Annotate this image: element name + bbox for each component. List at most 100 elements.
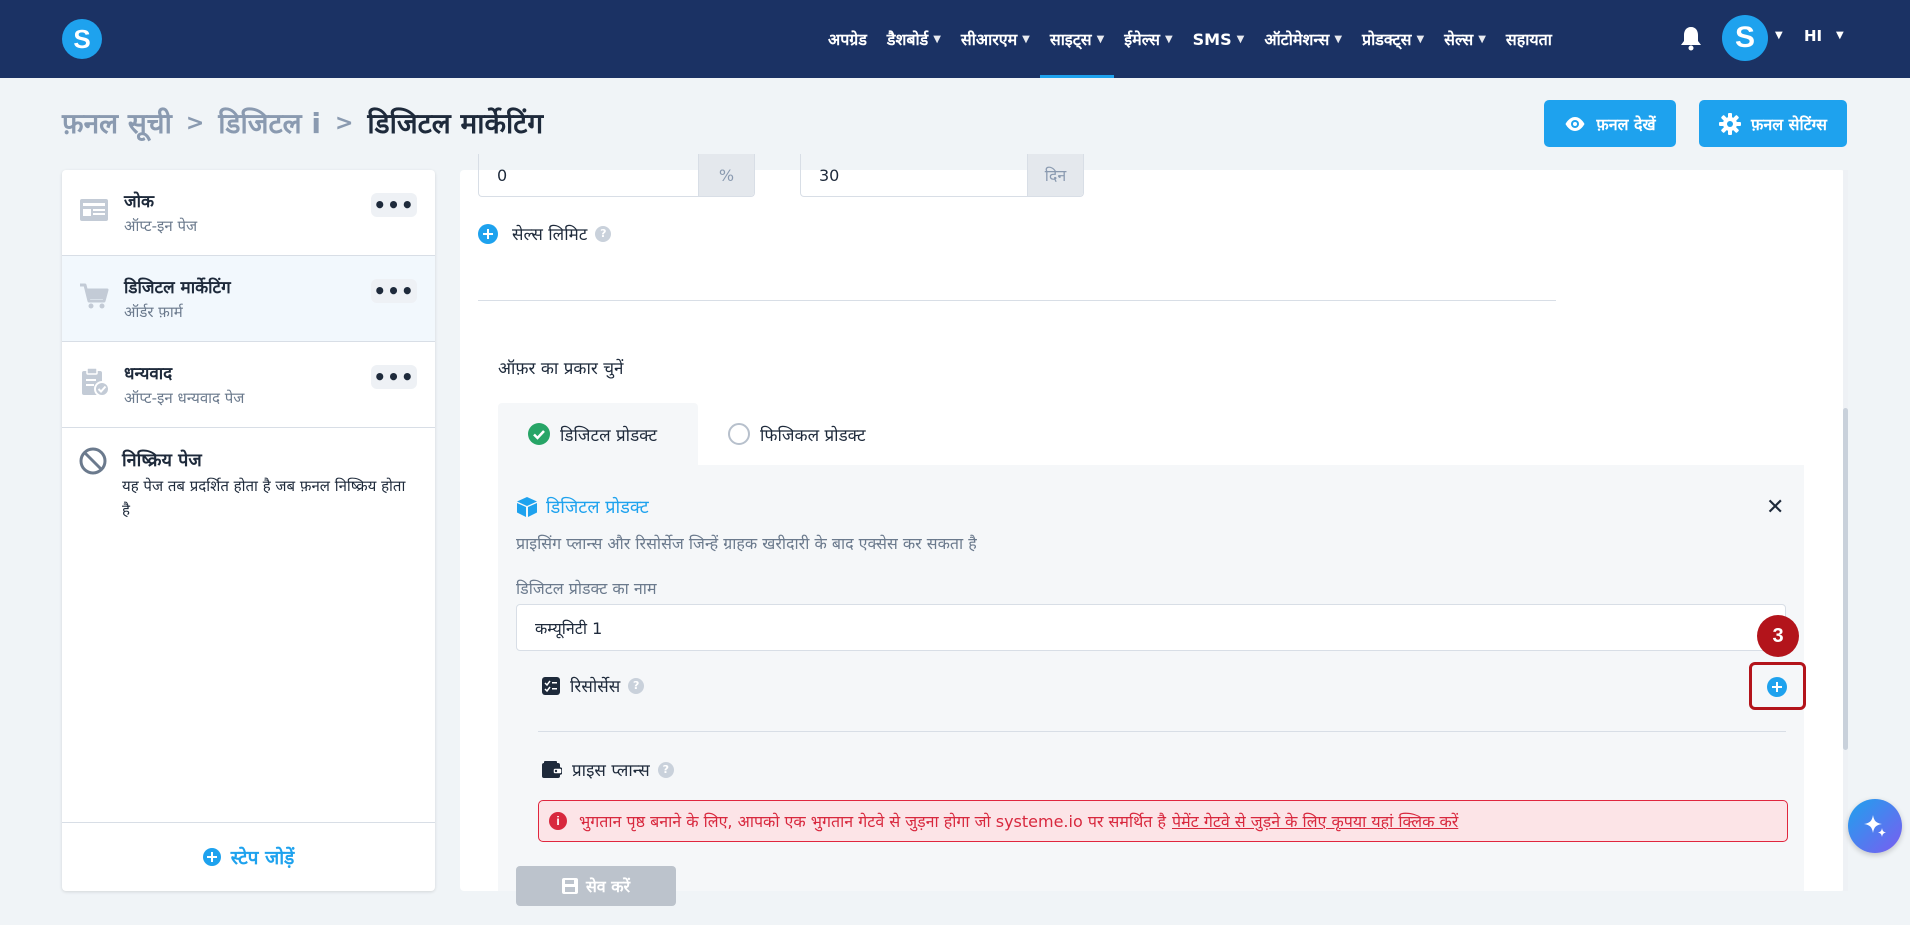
help-icon[interactable]: ?: [628, 677, 645, 694]
nav-label: डैशबोर्ड: [886, 30, 929, 49]
funnel-settings-button[interactable]: फ़नल सेटिंग्स: [1699, 100, 1847, 147]
funnel-step-joke[interactable]: जोक ऑप्ट-इन पेज •••: [62, 170, 435, 256]
divider: [538, 731, 1786, 732]
nav-label: सहायता: [1505, 30, 1552, 49]
funnel-settings-label: फ़नल सेटिंग्स: [1751, 114, 1827, 134]
nav-sales[interactable]: सेल्स ▼: [1434, 0, 1496, 78]
resources-section: रिसोर्सेस ?: [542, 674, 645, 697]
days-addon: दिन: [1027, 154, 1083, 196]
bell-icon[interactable]: [1680, 25, 1702, 51]
cart-icon: [80, 283, 109, 309]
nav-sms[interactable]: SMS ▼: [1183, 0, 1255, 78]
nav-crm[interactable]: सीआरएम ▼: [951, 0, 1040, 78]
nav-upgrade[interactable]: अपग्रेड: [818, 0, 877, 78]
nav-sites[interactable]: साइट्स ▼: [1039, 0, 1115, 78]
chevron-down-icon: ▼: [1164, 33, 1173, 45]
radio-unchecked-icon: [728, 423, 750, 445]
percent-input-group: 0 %: [478, 154, 755, 197]
save-label: सेव करें: [585, 877, 631, 896]
payment-gateway-alert: i भुगतान पृष्ठ बनाने के लिए, आपको एक भुग…: [538, 800, 1788, 842]
systeme-logo[interactable]: S: [62, 19, 102, 59]
digital-product-description: प्राइसिंग प्लान्स और रिसोर्सेज जिन्हें ग…: [516, 534, 977, 553]
chevron-down-icon: ▼: [1334, 33, 1343, 45]
step-title: जोक: [124, 192, 155, 212]
alert-text: भुगतान पृष्ठ बनाने के लिए, आपको एक भुगता…: [579, 812, 1167, 831]
chevron-right-icon: >: [185, 110, 205, 136]
breadcrumb-funnel[interactable]: डिजिटल i: [218, 104, 321, 142]
save-icon: [561, 878, 578, 894]
top-navbar: S अपग्रेड डैशबोर्ड ▼ सीआरएम ▼ साइट्स ▼ ईमेल…: [0, 0, 1910, 78]
nav-automations[interactable]: ऑटोमेशन्स ▼: [1254, 0, 1352, 78]
days-input[interactable]: 30: [801, 154, 1027, 196]
connect-payment-gateway-link[interactable]: पेमेंट गेटवे से जुड़ने के लिए कृपया यहां…: [1172, 810, 1458, 832]
ban-icon: [79, 447, 107, 475]
nav-label: साइट्स: [1049, 30, 1092, 49]
help-icon[interactable]: ?: [595, 225, 612, 242]
gear-icon: [1719, 112, 1741, 135]
scrollbar-thumb[interactable]: [1843, 408, 1848, 750]
close-icon[interactable]: ✕: [1766, 495, 1784, 520]
step-subtitle: ऑप्ट-इन धन्यवाद पेज: [124, 389, 245, 407]
check-circle-icon: [528, 423, 550, 445]
percent-input[interactable]: 0: [479, 154, 698, 196]
chevron-down-icon: ▼: [1022, 33, 1030, 45]
days-input-group: 30 दिन: [800, 154, 1084, 197]
save-button[interactable]: सेव करें: [516, 866, 676, 906]
breadcrumb-funnel-list[interactable]: फ़नल सूची: [62, 104, 172, 142]
view-funnel-button[interactable]: फ़नल देखें: [1544, 100, 1676, 147]
chevron-down-icon: ▼: [933, 33, 941, 45]
chevron-right-icon: >: [334, 110, 354, 136]
digital-product-heading: डिजिटल प्रोडक्ट: [516, 495, 649, 519]
chevron-down-icon[interactable]: ▼: [1775, 30, 1783, 41]
add-step-label: स्टेप जोड़ें: [230, 847, 295, 869]
plus-circle-icon: [478, 223, 498, 244]
breadcrumb-current-step: डिजिटल मार्केटिंग: [367, 107, 544, 140]
funnel-steps-sidebar: जोक ऑप्ट-इन पेज ••• डिजिटल मार्केटिंग ऑर…: [62, 170, 435, 891]
user-avatar[interactable]: S: [1722, 15, 1768, 61]
sales-limit-toggle[interactable]: सेल्स लिमिट ?: [478, 222, 612, 245]
language-selector[interactable]: HI: [1804, 27, 1822, 45]
plus-circle-icon: [202, 848, 221, 866]
optin-page-icon: [80, 199, 108, 221]
tasks-icon: [542, 676, 560, 695]
step-title: धन्यवाद: [124, 364, 173, 384]
wallet-icon: [542, 761, 562, 778]
funnel-step-digital-marketing[interactable]: डिजिटल मार्केटिंग ऑर्डर फ़ार्म •••: [62, 256, 435, 342]
nav-label: ऑटोमेशन्स: [1264, 30, 1330, 49]
eye-icon: [1565, 116, 1585, 131]
inactive-page-title[interactable]: निष्क्रिय पेज: [122, 448, 202, 472]
digital-product-title: डिजिटल प्रोडक्ट: [546, 497, 649, 518]
funnel-step-thank-you[interactable]: धन्यवाद ऑप्ट-इन धन्यवाद पेज •••: [62, 342, 435, 428]
nav-label: SMS: [1192, 29, 1232, 49]
price-plans-label: प्राइस प्लान्स: [572, 761, 650, 781]
nav-label: अपग्रेड: [828, 30, 867, 49]
nav-dashboard[interactable]: डैशबोर्ड ▼: [877, 0, 951, 78]
step-annotation-badge: 3: [1757, 615, 1799, 657]
product-name-input[interactable]: कम्यूनिटी 1: [516, 604, 1786, 651]
help-icon[interactable]: ?: [657, 761, 674, 778]
clipboard-check-icon: [82, 367, 110, 397]
nav-emails[interactable]: ईमेल्स ▼: [1114, 0, 1182, 78]
chevron-down-icon: ▼: [1478, 33, 1486, 45]
view-funnel-label: फ़नल देखें: [1596, 114, 1656, 134]
percent-addon: %: [698, 154, 754, 196]
add-resource-button[interactable]: [1767, 677, 1787, 697]
nav-label: प्रोडक्ट्स: [1362, 30, 1412, 49]
tab-physical-product[interactable]: फिजिकल प्रोडक्ट: [728, 403, 866, 465]
chevron-down-icon[interactable]: ▼: [1836, 30, 1844, 41]
tab-digital-product[interactable]: डिजिटल प्रोडक्ट: [498, 403, 698, 465]
more-options-button[interactable]: •••: [371, 193, 417, 217]
divider: [478, 300, 1556, 301]
nav-help[interactable]: सहायता: [1496, 0, 1562, 78]
nav-label: सेल्स: [1444, 30, 1474, 49]
chevron-down-icon: ▼: [1416, 33, 1425, 45]
ai-assistant-button[interactable]: [1848, 799, 1902, 853]
nav-products[interactable]: प्रोडक्ट्स ▼: [1352, 0, 1434, 78]
more-options-button[interactable]: •••: [371, 365, 417, 389]
chevron-down-icon: ▼: [1236, 33, 1245, 45]
step-subtitle: ऑर्डर फ़ार्म: [124, 303, 183, 321]
inactive-page-description: यह पेज तब प्रदर्शित होता है जब फ़नल निष्…: [122, 477, 406, 519]
more-options-button[interactable]: •••: [371, 279, 417, 303]
add-step-button[interactable]: स्टेप जोड़ें: [62, 822, 435, 891]
box-icon: [517, 497, 537, 517]
